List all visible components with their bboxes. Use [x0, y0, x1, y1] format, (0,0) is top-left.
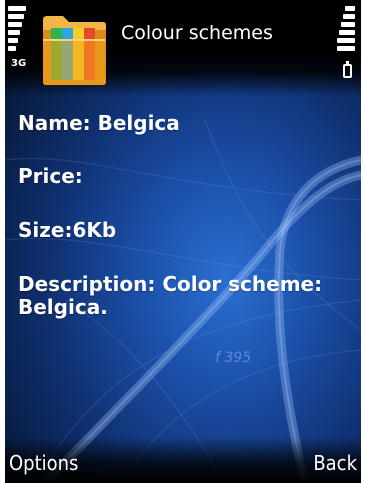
title-bar: 3G Colour schemes [5, 0, 361, 96]
options-softkey[interactable]: Options [9, 451, 78, 475]
folder-colour-schemes-icon [43, 16, 106, 85]
battery-icon [343, 61, 352, 78]
phone-screen: f 395 3G Colour schemes Name: Belgica Pr… [5, 0, 361, 483]
item-size: Size:6Kb [18, 218, 117, 242]
item-description-line1: Description: Color scheme: [18, 272, 323, 296]
back-softkey[interactable]: Back [313, 451, 357, 475]
item-description-line2: Belgica. [18, 295, 108, 319]
network-type-label: 3G [11, 58, 27, 69]
softkey-bar: Options Back [5, 437, 361, 483]
item-price: Price: [18, 164, 83, 188]
map-label: f 395 [215, 350, 251, 366]
item-name: Name: Belgica [18, 111, 180, 135]
app-title: Colour schemes [121, 22, 273, 44]
